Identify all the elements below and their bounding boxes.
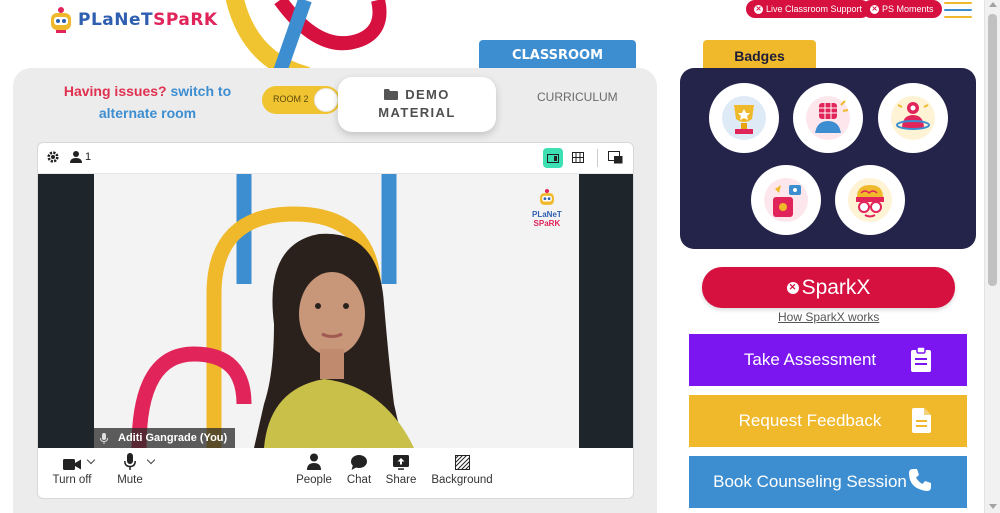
trophy-icon: [722, 96, 766, 140]
video-call-card: 1 PLaNeT SPaRK Aditi Gangrade (You) Turn…: [37, 142, 634, 499]
clipboard-icon: [911, 347, 931, 372]
mute-button[interactable]: Mute: [110, 448, 150, 486]
page: PLaNeTSPaRK ✕ Live Classroom Support ✕ P…: [0, 0, 1000, 513]
participant-count: 1: [85, 151, 92, 163]
video-toolbar: 1: [38, 143, 633, 174]
video-background-illustration: [131, 174, 414, 448]
video-overlay-logo: PLaNeT SPaRK: [532, 188, 562, 228]
video-feed: PLaNeT SPaRK Aditi Gangrade (You): [38, 174, 633, 448]
raised-fist-icon: [806, 96, 850, 140]
people-icon: [307, 453, 321, 470]
logo-text: PLaNeTSPaRK: [78, 10, 218, 30]
request-feedback-button[interactable]: Request Feedback: [689, 395, 967, 447]
brain-badge-icon[interactable]: [835, 165, 905, 235]
live-classroom-support-button[interactable]: ✕ Live Classroom Support: [746, 0, 871, 18]
person-icon: [70, 151, 82, 163]
ps-moments-button[interactable]: ✕ PS Moments: [862, 0, 942, 18]
fist-badge-icon[interactable]: [793, 83, 863, 153]
document-icon: [912, 408, 931, 433]
how-sparkx-works-link[interactable]: How SparkX works: [778, 310, 879, 324]
speaker-layout-icon: [547, 153, 559, 163]
book-counseling-session-button[interactable]: Book Counseling Session: [689, 456, 967, 508]
alternate-room-prompt: Having issues? switch to alternate room: [63, 83, 232, 121]
menu-icon[interactable]: [944, 2, 972, 20]
robot-trophy-icon: [764, 178, 808, 222]
microphone-icon: [124, 453, 136, 470]
demo-material-button[interactable]: DEMO MATERIAL: [338, 77, 496, 132]
video-camera-icon: [63, 459, 81, 470]
sparkx-button[interactable]: ✕ SparkX: [702, 267, 955, 308]
classroom-tab[interactable]: CLASSROOM: [479, 40, 636, 70]
logo-mascot-icon: [51, 7, 71, 33]
close-circle-icon: ✕: [786, 281, 799, 294]
toolbar-divider: [597, 149, 598, 167]
participant-video: PLaNeT SPaRK: [94, 174, 579, 448]
scroll-down-icon[interactable]: [989, 504, 997, 509]
background-pattern-icon: [454, 455, 470, 470]
room-toggle[interactable]: ROOM 2: [262, 86, 340, 114]
close-circle-icon: ✕: [870, 4, 879, 14]
brain-glasses-icon: [848, 178, 892, 222]
robot-badge-icon[interactable]: [751, 165, 821, 235]
phone-icon: [909, 469, 931, 491]
camera-toggle-button[interactable]: Turn off: [50, 448, 94, 486]
folder-icon: [384, 89, 399, 100]
curriculum-tab[interactable]: CURRICULUM: [537, 90, 618, 104]
page-scrollbar[interactable]: [984, 0, 1000, 513]
toggle-knob: [314, 88, 338, 112]
microphone-icon: [100, 432, 108, 444]
planetspark-logo[interactable]: PLaNeTSPaRK: [48, 6, 218, 34]
scrollbar-thumb[interactable]: [988, 14, 997, 286]
meditation-icon: [891, 96, 935, 140]
trophy-badge-icon[interactable]: [709, 83, 779, 153]
badges-panel: [680, 68, 976, 249]
picture-in-picture-icon[interactable]: [608, 151, 623, 164]
chat-bubble-icon: [351, 455, 367, 470]
share-screen-icon: [393, 455, 409, 470]
share-screen-button[interactable]: Share: [381, 448, 421, 486]
background-button[interactable]: Background: [428, 448, 496, 486]
participant-name-tag: Aditi Gangrade (You): [94, 428, 236, 448]
take-assessment-button[interactable]: Take Assessment: [689, 334, 967, 386]
call-controls: Turn off Mute People Chat Share Backgrou…: [38, 448, 633, 498]
grid-layout-icon[interactable]: [572, 152, 584, 163]
logo-mascot-icon: [539, 189, 554, 205]
speaker-view-button[interactable]: [543, 148, 563, 168]
gear-icon[interactable]: [46, 150, 60, 164]
chat-button[interactable]: Chat: [341, 448, 377, 486]
badges-tab[interactable]: Badges: [703, 40, 816, 79]
people-button[interactable]: People: [292, 448, 336, 486]
meditation-badge-icon[interactable]: [878, 83, 948, 153]
close-circle-icon: ✕: [754, 4, 763, 14]
scroll-up-icon[interactable]: [989, 2, 997, 7]
